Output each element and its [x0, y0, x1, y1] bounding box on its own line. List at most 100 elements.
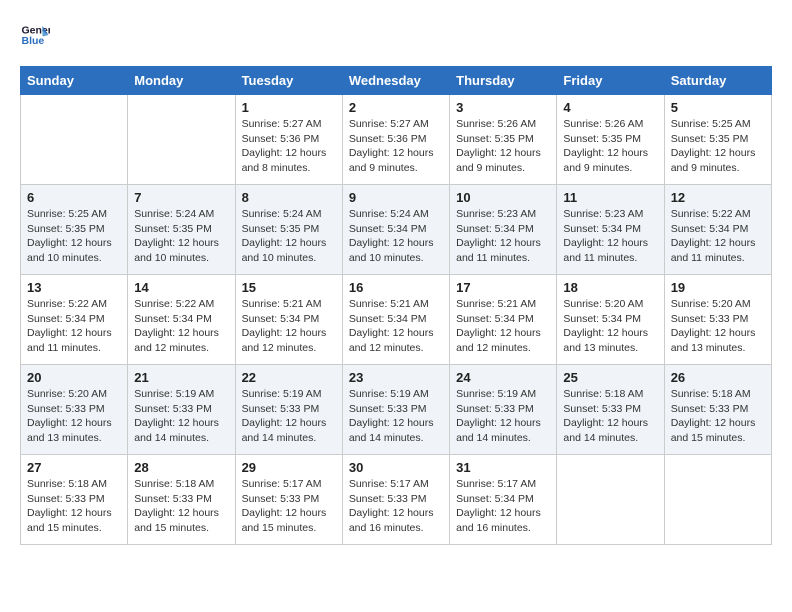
day-content: Sunrise: 5:17 AM Sunset: 5:33 PM Dayligh…: [242, 477, 336, 536]
day-content: Sunrise: 5:25 AM Sunset: 5:35 PM Dayligh…: [27, 207, 121, 266]
day-content: Sunrise: 5:20 AM Sunset: 5:34 PM Dayligh…: [563, 297, 657, 356]
calendar-cell: 5Sunrise: 5:25 AM Sunset: 5:35 PM Daylig…: [664, 95, 771, 185]
calendar-cell: [128, 95, 235, 185]
day-header-friday: Friday: [557, 67, 664, 95]
day-number: 27: [27, 460, 121, 475]
calendar-cell: 19Sunrise: 5:20 AM Sunset: 5:33 PM Dayli…: [664, 275, 771, 365]
day-number: 3: [456, 100, 550, 115]
day-header-saturday: Saturday: [664, 67, 771, 95]
day-number: 1: [242, 100, 336, 115]
header: General Blue: [20, 20, 772, 50]
day-number: 26: [671, 370, 765, 385]
day-number: 24: [456, 370, 550, 385]
day-number: 28: [134, 460, 228, 475]
calendar-cell: 31 Sunrise: 5:17 AM Sunset: 5:34 PM Dayli…: [450, 455, 557, 545]
calendar-cell: 13 Sunrise: 5:22 AM Sunset: 5:34 PM Dayli…: [21, 275, 128, 365]
day-content: Sunrise: 5:23 AM Sunset: 5:34 PM Dayligh…: [563, 207, 657, 266]
day-number: 21: [134, 370, 228, 385]
calendar-cell: 15 Sunrise: 5:21 AM Sunset: 5:34 PM Dayli…: [235, 275, 342, 365]
day-content: Sunrise: 5:27 AM Sunset: 5:36 PM Dayligh…: [242, 117, 336, 176]
header-row: SundayMondayTuesdayWednesdayThursdayFrid…: [21, 67, 772, 95]
day-content: Sunrise: 5:18 AM Sunset: 5:33 PM Dayligh…: [27, 477, 121, 536]
day-number: 12: [671, 190, 765, 205]
calendar-cell: 14 Sunrise: 5:22 AM Sunset: 5:34 PM Dayli…: [128, 275, 235, 365]
day-content: Sunrise: 5:22 AM Sunset: 5:34 PM Dayligh…: [27, 297, 121, 356]
day-content: Sunrise: 5:19 AM Sunset: 5:33 PM Dayligh…: [242, 387, 336, 446]
day-content: Sunrise: 5:24 AM Sunset: 5:35 PM Dayligh…: [242, 207, 336, 266]
day-content: Sunrise: 5:22 AM Sunset: 5:34 PM Dayligh…: [134, 297, 228, 356]
day-number: 20: [27, 370, 121, 385]
calendar-cell: 11 Sunrise: 5:23 AM Sunset: 5:34 PM Dayli…: [557, 185, 664, 275]
day-number: 7: [134, 190, 228, 205]
calendar-cell: 23 Sunrise: 5:19 AM Sunset: 5:33 PM Dayli…: [342, 365, 449, 455]
day-content: Sunrise: 5:18 AM Sunset: 5:33 PM Dayligh…: [134, 477, 228, 536]
calendar-cell: 7 Sunrise: 5:24 AM Sunset: 5:35 PM Daylig…: [128, 185, 235, 275]
calendar-cell: 9 Sunrise: 5:24 AM Sunset: 5:34 PM Daylig…: [342, 185, 449, 275]
calendar-table: SundayMondayTuesdayWednesdayThursdayFrid…: [20, 66, 772, 545]
day-number: 6: [27, 190, 121, 205]
week-row-1: 1 Sunrise: 5:27 AM Sunset: 5:36 PM Daylig…: [21, 95, 772, 185]
day-number: 2: [349, 100, 443, 115]
week-row-3: 13 Sunrise: 5:22 AM Sunset: 5:34 PM Dayli…: [21, 275, 772, 365]
svg-text:Blue: Blue: [22, 35, 45, 47]
calendar-cell: 16 Sunrise: 5:21 AM Sunset: 5:34 PM Dayli…: [342, 275, 449, 365]
day-header-sunday: Sunday: [21, 67, 128, 95]
day-content: Sunrise: 5:26 AM Sunset: 5:35 PM Dayligh…: [456, 117, 550, 176]
calendar-cell: 3 Sunrise: 5:26 AM Sunset: 5:35 PM Daylig…: [450, 95, 557, 185]
day-number: 8: [242, 190, 336, 205]
logo: General Blue: [20, 20, 54, 50]
calendar-cell: 18 Sunrise: 5:20 AM Sunset: 5:34 PM Dayli…: [557, 275, 664, 365]
day-content: Sunrise: 5:19 AM Sunset: 5:33 PM Dayligh…: [134, 387, 228, 446]
calendar-cell: 24 Sunrise: 5:19 AM Sunset: 5:33 PM Dayli…: [450, 365, 557, 455]
calendar-cell: [557, 455, 664, 545]
day-content: Sunrise: 5:24 AM Sunset: 5:34 PM Dayligh…: [349, 207, 443, 266]
calendar-cell: 21 Sunrise: 5:19 AM Sunset: 5:33 PM Dayli…: [128, 365, 235, 455]
day-content: Sunrise: 5:21 AM Sunset: 5:34 PM Dayligh…: [242, 297, 336, 356]
week-row-2: 6 Sunrise: 5:25 AM Sunset: 5:35 PM Daylig…: [21, 185, 772, 275]
day-number: 10: [456, 190, 550, 205]
day-content: Sunrise: 5:23 AM Sunset: 5:34 PM Dayligh…: [456, 207, 550, 266]
calendar-cell: 17Sunrise: 5:21 AM Sunset: 5:34 PM Dayli…: [450, 275, 557, 365]
calendar-cell: 1 Sunrise: 5:27 AM Sunset: 5:36 PM Daylig…: [235, 95, 342, 185]
week-row-4: 20 Sunrise: 5:20 AM Sunset: 5:33 PM Dayli…: [21, 365, 772, 455]
calendar-cell: 12 Sunrise: 5:22 AM Sunset: 5:34 PM Dayli…: [664, 185, 771, 275]
calendar-cell: 6 Sunrise: 5:25 AM Sunset: 5:35 PM Daylig…: [21, 185, 128, 275]
day-header-thursday: Thursday: [450, 67, 557, 95]
day-number: 22: [242, 370, 336, 385]
day-header-tuesday: Tuesday: [235, 67, 342, 95]
day-number: 25: [563, 370, 657, 385]
day-number: 15: [242, 280, 336, 295]
day-header-wednesday: Wednesday: [342, 67, 449, 95]
day-number: 11: [563, 190, 657, 205]
day-content: Sunrise: 5:20 AM Sunset: 5:33 PM Dayligh…: [27, 387, 121, 446]
day-number: 16: [349, 280, 443, 295]
day-content: Sunrise: 5:20 AM Sunset: 5:33 PM Dayligh…: [671, 297, 765, 356]
calendar-cell: 20 Sunrise: 5:20 AM Sunset: 5:33 PM Dayli…: [21, 365, 128, 455]
day-number: 13: [27, 280, 121, 295]
day-content: Sunrise: 5:25 AM Sunset: 5:35 PM Dayligh…: [671, 117, 765, 176]
day-number: 14: [134, 280, 228, 295]
calendar-cell: 28 Sunrise: 5:18 AM Sunset: 5:33 PM Dayli…: [128, 455, 235, 545]
calendar-cell: 22 Sunrise: 5:19 AM Sunset: 5:33 PM Dayli…: [235, 365, 342, 455]
day-content: Sunrise: 5:24 AM Sunset: 5:35 PM Dayligh…: [134, 207, 228, 266]
day-number: 9: [349, 190, 443, 205]
day-number: 30: [349, 460, 443, 475]
calendar-cell: [21, 95, 128, 185]
calendar-cell: 29 Sunrise: 5:17 AM Sunset: 5:33 PM Dayli…: [235, 455, 342, 545]
day-content: Sunrise: 5:19 AM Sunset: 5:33 PM Dayligh…: [456, 387, 550, 446]
calendar-cell: 26Sunrise: 5:18 AM Sunset: 5:33 PM Dayli…: [664, 365, 771, 455]
calendar-cell: 2 Sunrise: 5:27 AM Sunset: 5:36 PM Daylig…: [342, 95, 449, 185]
day-content: Sunrise: 5:21 AM Sunset: 5:34 PM Dayligh…: [349, 297, 443, 356]
day-number: 31: [456, 460, 550, 475]
day-content: Sunrise: 5:22 AM Sunset: 5:34 PM Dayligh…: [671, 207, 765, 266]
day-content: Sunrise: 5:18 AM Sunset: 5:33 PM Dayligh…: [563, 387, 657, 446]
day-content: Sunrise: 5:17 AM Sunset: 5:34 PM Dayligh…: [456, 477, 550, 536]
day-content: Sunrise: 5:27 AM Sunset: 5:36 PM Dayligh…: [349, 117, 443, 176]
calendar-cell: 10 Sunrise: 5:23 AM Sunset: 5:34 PM Dayli…: [450, 185, 557, 275]
day-number: 29: [242, 460, 336, 475]
day-content: Sunrise: 5:19 AM Sunset: 5:33 PM Dayligh…: [349, 387, 443, 446]
day-number: 23: [349, 370, 443, 385]
day-number: 4: [563, 100, 657, 115]
calendar-cell: 4Sunrise: 5:26 AM Sunset: 5:35 PM Daylig…: [557, 95, 664, 185]
day-number: 18: [563, 280, 657, 295]
